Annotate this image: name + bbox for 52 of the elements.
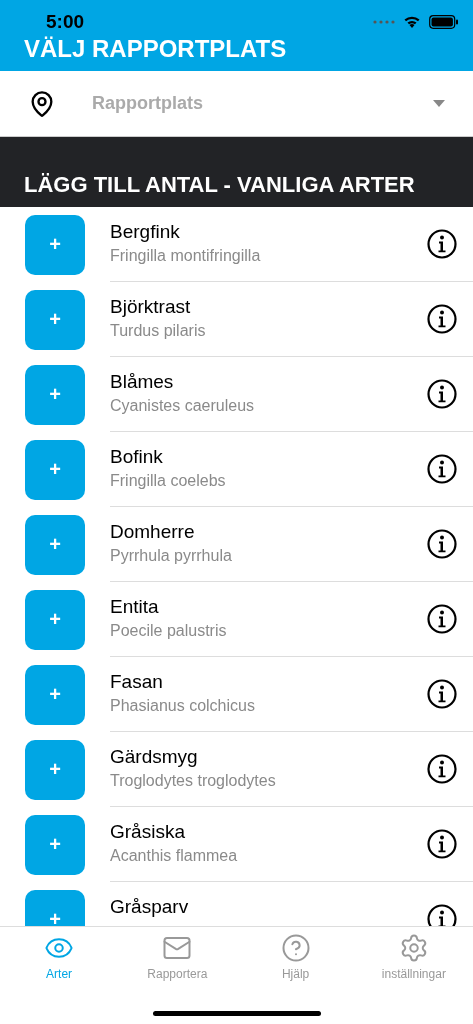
- select-placeholder: Rapportplats: [92, 93, 204, 114]
- species-name: Domherre: [110, 521, 196, 543]
- species-name: Entita: [110, 596, 160, 618]
- add-button[interactable]: +: [25, 214, 85, 275]
- add-button[interactable]: +: [25, 364, 85, 425]
- species-latin-name: Phasianus colchicus: [110, 697, 256, 715]
- signal-icon: [373, 20, 395, 24]
- species-latin-name: Cyanistes caeruleus: [110, 397, 256, 415]
- add-button[interactable]: +: [25, 814, 85, 875]
- tab[interactable]: inställningar: [354, 927, 473, 989]
- section-title: LÄGG TILL ANTAL - VANLIGA ARTER: [24, 172, 415, 198]
- info-icon[interactable]: [427, 304, 457, 334]
- species-latin-name: Troglodytes troglodytes: [110, 772, 277, 790]
- dropdown-caret-icon: [433, 100, 445, 107]
- species-name: Gråsparv: [110, 896, 190, 918]
- help-icon: [280, 933, 311, 963]
- species-name: Blåmes: [110, 371, 175, 393]
- info-icon[interactable]: [427, 604, 457, 634]
- screen-title: VÄLJ RAPPORTPLATS: [24, 36, 288, 62]
- info-icon[interactable]: [427, 754, 457, 784]
- info-icon[interactable]: [427, 904, 457, 926]
- info-icon[interactable]: [427, 679, 457, 709]
- battery-icon: [429, 15, 459, 29]
- add-button[interactable]: +: [25, 589, 85, 650]
- add-button[interactable]: +: [25, 514, 85, 575]
- info-icon[interactable]: [427, 829, 457, 859]
- species-latin-name: Fringilla montifringilla: [110, 247, 262, 265]
- tab[interactable]: Hjälp: [236, 927, 355, 989]
- wifi-icon: [403, 15, 421, 29]
- species-latin-name: Acanthis flammea: [110, 847, 239, 865]
- info-icon[interactable]: [427, 529, 457, 559]
- species-name: Fasan: [110, 671, 164, 693]
- species-latin-name: Poecile palustris: [110, 622, 228, 640]
- add-button[interactable]: +: [25, 289, 85, 350]
- tab[interactable]: Rapportera: [118, 927, 237, 989]
- species-name: Gråsiska: [110, 821, 186, 843]
- species-name: Gärdsmyg: [110, 746, 199, 768]
- species-latin-name: Fringilla coelebs: [110, 472, 227, 490]
- add-button[interactable]: +: [25, 439, 85, 500]
- info-icon[interactable]: [427, 379, 457, 409]
- add-button[interactable]: +: [25, 889, 85, 926]
- species-name: Bergfink: [110, 221, 181, 243]
- species-name: Bofink: [110, 446, 164, 468]
- tab[interactable]: Arter: [0, 927, 119, 989]
- info-icon[interactable]: [427, 229, 457, 259]
- species-latin-name: Turdus pilaris: [110, 322, 207, 340]
- add-button[interactable]: +: [25, 739, 85, 800]
- add-button[interactable]: +: [25, 664, 85, 725]
- species-latin-name: Pyrrhula pyrrhula: [110, 547, 233, 565]
- status-time: 5:00: [46, 11, 85, 33]
- info-icon[interactable]: [427, 454, 457, 484]
- species-name: Björktrast: [110, 296, 192, 318]
